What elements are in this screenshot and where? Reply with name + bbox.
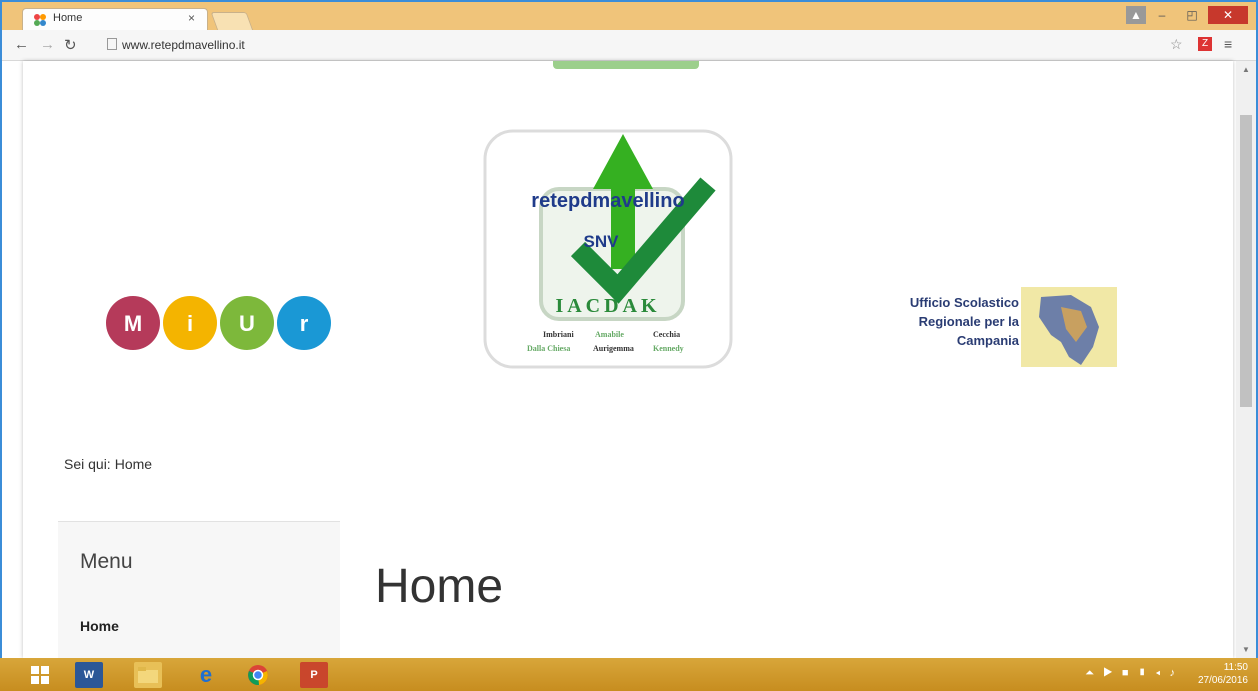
- svg-text:Aurigemma: Aurigemma: [593, 344, 634, 353]
- scroll-thumb[interactable]: [1240, 115, 1252, 407]
- internet-explorer-icon[interactable]: e: [192, 662, 220, 688]
- clock-date: 27/06/2016: [1197, 675, 1248, 686]
- svg-text:Dalla Chiesa: Dalla Chiesa: [527, 344, 570, 353]
- sidebar-item-home[interactable]: Home: [80, 618, 119, 634]
- menu-icon[interactable]: ≡: [1224, 36, 1232, 52]
- usr-line2: Regionale per la: [918, 314, 1019, 329]
- browser-toolbar: ← → ↻ www.retepdmavellino.it ☆ Z ≡: [2, 30, 1256, 61]
- svg-text:U: U: [239, 311, 255, 336]
- tab-home[interactable]: Home ×: [22, 8, 208, 30]
- retepdm-logo: retepdmavellino SNV IACDAK Imbriani Amabi…: [483, 129, 733, 369]
- address-bar[interactable]: www.retepdmavellino.it: [107, 35, 1137, 55]
- page-title: Home: [375, 560, 504, 614]
- breadcrumb-prefix: Sei qui:: [64, 456, 111, 472]
- start-icon[interactable]: [26, 662, 54, 688]
- file-explorer-icon[interactable]: [134, 662, 162, 688]
- top-accent-bar: [553, 61, 699, 69]
- taskbar: W e P ⏶ ▶ ■ ▮ ◂ ♪ 11:50 27/06/2016: [0, 658, 1258, 691]
- forward-icon[interactable]: →: [40, 36, 55, 53]
- svg-text:Amabile: Amabile: [595, 330, 624, 339]
- svg-text:i: i: [187, 311, 193, 336]
- word-icon[interactable]: W: [75, 662, 103, 688]
- powerpoint-icon[interactable]: P: [300, 662, 328, 688]
- miur-logo: M i U r: [106, 296, 331, 350]
- svg-text:r: r: [300, 311, 309, 336]
- svg-text:retepdmavellino: retepdmavellino: [531, 190, 684, 212]
- svg-text:SNV: SNV: [584, 232, 620, 251]
- usr-line3: Campania: [956, 333, 1019, 348]
- extension-icon[interactable]: Z: [1198, 37, 1212, 51]
- back-icon[interactable]: ←: [14, 36, 29, 53]
- clock[interactable]: 11:50 27/06/2016: [1198, 661, 1248, 687]
- vertical-scrollbar[interactable]: ▲ ▼: [1236, 61, 1256, 658]
- svg-text:Imbriani: Imbriani: [543, 330, 574, 339]
- chrome-icon[interactable]: [244, 662, 272, 688]
- usr-line1: Ufficio Scolastico: [909, 295, 1019, 310]
- svg-text:IACDAK: IACDAK: [555, 295, 660, 317]
- browser-titlebar: Home × ▲ – ◰ ✕: [2, 2, 1256, 31]
- tab-close-icon[interactable]: ×: [188, 11, 195, 25]
- scroll-up-icon[interactable]: ▲: [1242, 65, 1250, 74]
- minimize-button[interactable]: –: [1148, 6, 1176, 24]
- new-tab-button[interactable]: [210, 12, 254, 31]
- svg-text:M: M: [124, 311, 142, 336]
- page-icon: [107, 38, 117, 50]
- user-icon[interactable]: ▲: [1126, 6, 1146, 24]
- scroll-down-icon[interactable]: ▼: [1242, 645, 1250, 654]
- reload-icon[interactable]: ↻: [64, 36, 77, 54]
- menu-heading: Menu: [80, 550, 133, 573]
- usr-text: Ufficio Scolastico Regionale per la Camp…: [873, 293, 1019, 350]
- svg-text:Kennedy: Kennedy: [653, 344, 684, 353]
- close-window-button[interactable]: ✕: [1208, 6, 1248, 24]
- breadcrumb: Sei qui: Home: [64, 456, 156, 472]
- sidebar-menu: Menu Home: [58, 521, 340, 658]
- bookmark-star-icon[interactable]: ☆: [1170, 36, 1183, 53]
- restore-button[interactable]: ◰: [1178, 6, 1206, 24]
- joomla-favicon-icon: [34, 14, 46, 26]
- tab-title: Home: [53, 12, 83, 24]
- system-tray[interactable]: ⏶ ▶ ■ ▮ ◂ ♪: [1085, 667, 1178, 680]
- campania-map-icon: [1021, 287, 1117, 367]
- clock-time: 11:50: [1223, 662, 1248, 673]
- breadcrumb-current: Home: [114, 456, 153, 472]
- url-text: www.retepdmavellino.it: [122, 38, 245, 52]
- usr-campania-logo: Ufficio Scolastico Regionale per la Camp…: [873, 287, 1123, 383]
- web-page: M i U r retepdmavellino SNV IACDAK Imbri…: [23, 61, 1233, 658]
- svg-text:Cecchia: Cecchia: [653, 330, 680, 339]
